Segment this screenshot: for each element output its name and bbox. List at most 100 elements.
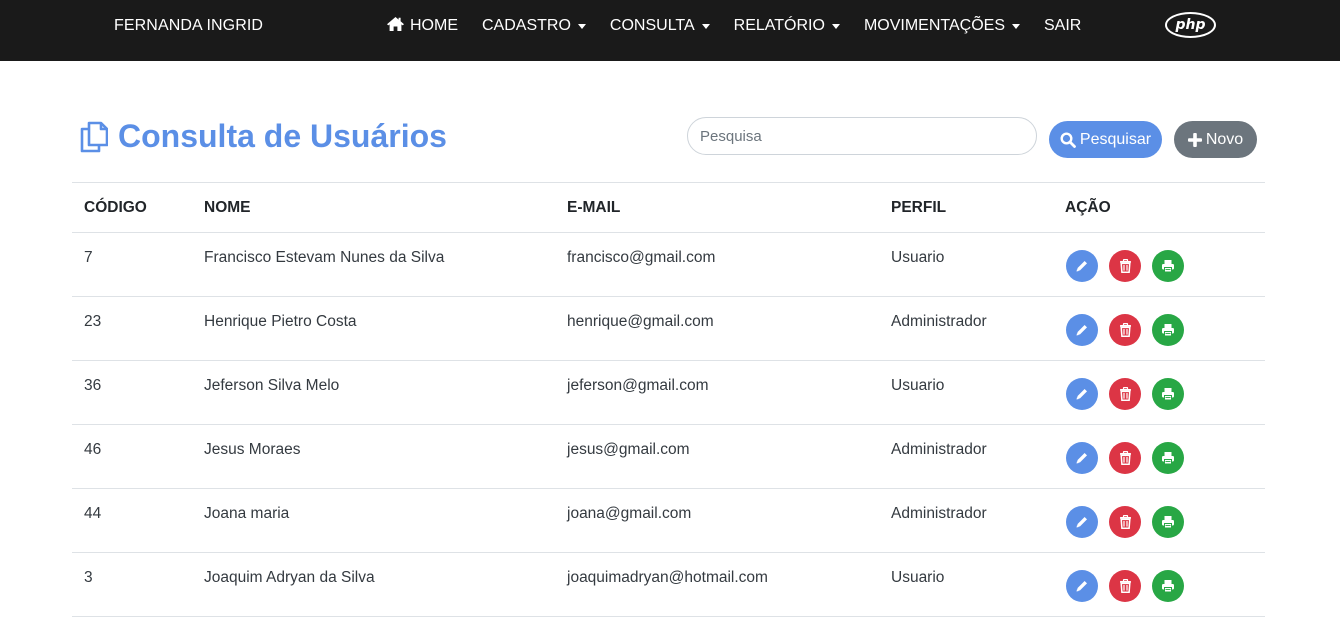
nav-menu: HOME CADASTRO CONSULTA RELATÓRIO MOVIMEN… bbox=[386, 16, 1105, 36]
header-email: E-MAIL bbox=[555, 182, 879, 233]
nav-item-label: RELATÓRIO bbox=[733, 17, 825, 34]
cell-email: francisco@gmail.com bbox=[555, 232, 879, 297]
action-group bbox=[1066, 570, 1253, 602]
search-button-label: Pesquisar bbox=[1079, 130, 1152, 148]
cell-email: jesus@gmail.com bbox=[555, 424, 879, 489]
nav-item-movimentacoes[interactable]: MOVIMENTAÇÕES bbox=[864, 17, 1020, 35]
search-input[interactable] bbox=[687, 117, 1037, 155]
pencil-icon bbox=[1075, 515, 1089, 529]
search-button[interactable]: Pesquisar bbox=[1049, 121, 1162, 158]
caret-down-icon bbox=[1011, 23, 1020, 29]
print-icon bbox=[1161, 515, 1175, 529]
cell-code: 46 bbox=[72, 424, 192, 489]
cell-profile: Usuario bbox=[879, 552, 1053, 617]
cell-name: Jesus Moraes bbox=[192, 424, 555, 489]
copy-icon bbox=[80, 121, 108, 153]
search-icon bbox=[1060, 131, 1076, 148]
trash-icon bbox=[1119, 259, 1132, 273]
cell-profile: Usuario bbox=[879, 232, 1053, 297]
edit-button[interactable] bbox=[1066, 314, 1098, 346]
cell-actions bbox=[1053, 360, 1265, 425]
caret-down-icon bbox=[831, 23, 840, 29]
action-group bbox=[1066, 506, 1253, 538]
pencil-icon bbox=[1075, 323, 1089, 337]
nav-item-label: MOVIMENTAÇÕES bbox=[863, 17, 1005, 34]
delete-button[interactable] bbox=[1109, 378, 1141, 410]
cell-name: Joana maria bbox=[192, 488, 555, 553]
pencil-icon bbox=[1075, 579, 1089, 593]
action-group bbox=[1066, 250, 1253, 282]
cell-code: 36 bbox=[72, 360, 192, 425]
cell-profile: Usuario bbox=[879, 360, 1053, 425]
cell-email: henrique@gmail.com bbox=[555, 296, 879, 361]
print-icon bbox=[1161, 387, 1175, 401]
action-group bbox=[1066, 378, 1253, 410]
cell-code: 7 bbox=[72, 232, 192, 297]
pencil-icon bbox=[1075, 259, 1089, 273]
cell-code: 23 bbox=[72, 296, 192, 361]
header-name: NOME bbox=[192, 182, 555, 233]
cell-name: Henrique Pietro Costa bbox=[192, 296, 555, 361]
caret-down-icon bbox=[701, 23, 710, 29]
cell-name: Jeferson Silva Melo bbox=[192, 360, 555, 425]
nav-item-cadastro[interactable]: CADASTRO bbox=[482, 17, 586, 35]
table-row: 3 Joaquim Adryan da Silva joaquimadryan@ho… bbox=[72, 552, 1265, 617]
cell-profile: Administrador bbox=[879, 488, 1053, 553]
print-button[interactable] bbox=[1152, 378, 1184, 410]
nav-item-label: CADASTRO bbox=[482, 17, 571, 34]
cell-email: jeferson@gmail.com bbox=[555, 360, 879, 425]
nav-item-home[interactable]: HOME bbox=[386, 16, 458, 37]
delete-button[interactable] bbox=[1109, 506, 1141, 538]
cell-code: 44 bbox=[72, 488, 192, 553]
users-table-wrapper: CÓDIGO NOME E-MAIL PERFIL AÇÃO 7 Francisc… bbox=[72, 182, 1265, 617]
cell-actions bbox=[1053, 552, 1265, 617]
edit-button[interactable] bbox=[1066, 442, 1098, 474]
trash-icon bbox=[1119, 387, 1132, 401]
nav-item-label: CONSULTA bbox=[609, 17, 695, 34]
cell-actions bbox=[1053, 296, 1265, 361]
action-group bbox=[1066, 442, 1253, 474]
print-icon bbox=[1161, 451, 1175, 465]
print-icon bbox=[1161, 259, 1175, 273]
delete-button[interactable] bbox=[1109, 314, 1141, 346]
print-button[interactable] bbox=[1152, 442, 1184, 474]
cell-actions bbox=[1053, 488, 1265, 553]
edit-button[interactable] bbox=[1066, 506, 1098, 538]
print-button[interactable] bbox=[1152, 250, 1184, 282]
new-button-label: Novo bbox=[1205, 130, 1244, 148]
edit-button[interactable] bbox=[1066, 250, 1098, 282]
page-title-text: Consulta de Usuários bbox=[118, 118, 447, 154]
print-button[interactable] bbox=[1152, 314, 1184, 346]
page-title: Consulta de Usuários bbox=[80, 118, 447, 155]
delete-button[interactable] bbox=[1109, 570, 1141, 602]
print-button[interactable] bbox=[1152, 506, 1184, 538]
users-table: CÓDIGO NOME E-MAIL PERFIL AÇÃO 7 Francisc… bbox=[72, 182, 1265, 617]
nav-item-relatorio[interactable]: RELATÓRIO bbox=[734, 17, 840, 35]
edit-button[interactable] bbox=[1066, 378, 1098, 410]
table-row: 7 Francisco Estevam Nunes da Silva francis… bbox=[72, 232, 1265, 297]
delete-button[interactable] bbox=[1109, 442, 1141, 474]
nav-item-label: HOME bbox=[410, 17, 458, 34]
php-logo-text: php bbox=[1175, 17, 1206, 33]
nav-item-label: SAIR bbox=[1043, 17, 1082, 34]
action-group bbox=[1066, 314, 1253, 346]
cell-actions bbox=[1053, 232, 1265, 297]
header-action: AÇÃO bbox=[1053, 182, 1265, 233]
header-profile: PERFIL bbox=[879, 182, 1053, 233]
pencil-icon bbox=[1075, 451, 1089, 465]
trash-icon bbox=[1119, 451, 1132, 465]
cell-email: joana@gmail.com bbox=[555, 488, 879, 553]
edit-button[interactable] bbox=[1066, 570, 1098, 602]
plus-icon bbox=[1187, 132, 1202, 147]
print-icon bbox=[1161, 323, 1175, 337]
table-body: 7 Francisco Estevam Nunes da Silva francis… bbox=[72, 232, 1265, 617]
nav-item-consulta[interactable]: CONSULTA bbox=[610, 17, 710, 35]
new-button[interactable]: Novo bbox=[1174, 121, 1257, 158]
print-icon bbox=[1161, 579, 1175, 593]
delete-button[interactable] bbox=[1109, 250, 1141, 282]
trash-icon bbox=[1119, 579, 1132, 593]
user-name: FERNANDA INGRID bbox=[114, 17, 264, 34]
print-button[interactable] bbox=[1152, 570, 1184, 602]
nav-item-sair[interactable]: SAIR bbox=[1044, 17, 1081, 35]
caret-down-icon bbox=[577, 23, 586, 29]
